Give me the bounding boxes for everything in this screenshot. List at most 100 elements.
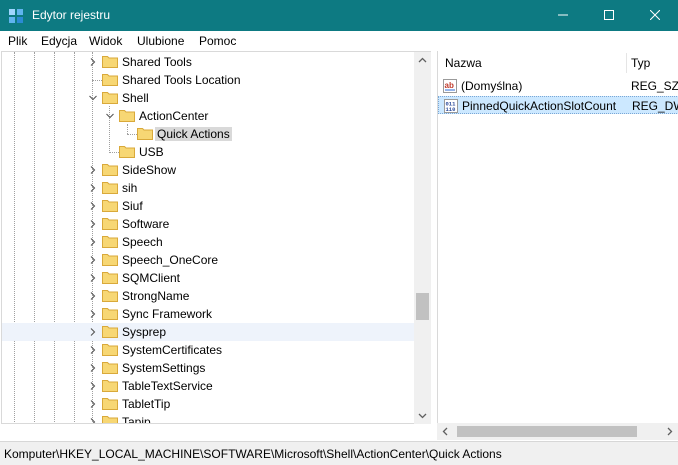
list-horizontal-scrollbar[interactable]	[437, 423, 678, 440]
tree-node[interactable]: Sync Framework	[2, 305, 415, 323]
chevron-down-icon[interactable]	[106, 112, 114, 120]
title-bar: Edytor rejestru	[0, 0, 678, 31]
folder-icon	[102, 236, 118, 248]
tree-node[interactable]: Speech	[2, 233, 415, 251]
chevron-right-icon[interactable]	[89, 220, 97, 228]
chevron-right-icon[interactable]	[89, 256, 97, 264]
registry-editor-icon	[9, 9, 23, 23]
scroll-right-button[interactable]	[661, 423, 678, 440]
close-button[interactable]	[632, 0, 678, 31]
menu-bar: Plik Edycja Widok Ulubione Pomoc	[0, 31, 678, 51]
chevron-right-icon[interactable]	[89, 346, 97, 354]
tree-node[interactable]: USB	[2, 143, 415, 161]
tree-node-label: Software	[122, 217, 170, 231]
menu-file[interactable]: Plik	[8, 34, 27, 48]
tree-node[interactable]: TableTextService	[2, 377, 415, 395]
tree-node[interactable]: TabletTip	[2, 395, 415, 413]
chevron-right-icon[interactable]	[89, 310, 97, 318]
tree-node-label: SystemCertificates	[122, 343, 223, 357]
chevron-right-icon[interactable]	[89, 166, 97, 174]
scroll-thumb[interactable]	[457, 426, 637, 437]
binary-value-icon: 011 110	[444, 99, 458, 113]
chevron-right-icon[interactable]	[89, 274, 97, 282]
folder-icon	[102, 254, 118, 266]
registry-values-list[interactable]: Nazwa Typ ab (Domyślna) REG_SZ 011 110 P…	[437, 51, 678, 424]
tree-vertical-scrollbar[interactable]	[414, 52, 431, 424]
minimize-button[interactable]	[540, 0, 586, 31]
scroll-left-button[interactable]	[437, 423, 454, 440]
menu-edit[interactable]: Edycja	[41, 34, 77, 48]
chevron-right-icon[interactable]	[89, 58, 97, 66]
close-icon	[649, 9, 661, 21]
tree-node-label: sih	[122, 181, 138, 195]
menu-favorites[interactable]: Ulubione	[137, 34, 184, 48]
chevron-down-icon	[418, 413, 427, 419]
tree-node[interactable]: Tapip	[2, 413, 415, 424]
folder-icon	[137, 128, 153, 140]
minimize-icon	[558, 14, 568, 16]
chevron-down-icon[interactable]	[89, 94, 97, 102]
folder-icon	[102, 416, 118, 424]
tree-node[interactable]: StrongName	[2, 287, 415, 305]
value-type: REG_DW	[632, 99, 678, 113]
tree-node[interactable]: Quick Actions	[2, 125, 415, 143]
tree-node[interactable]: ActionCenter	[2, 107, 415, 125]
tree-node-label: TabletTip	[122, 397, 171, 411]
folder-icon	[119, 110, 135, 122]
column-separator[interactable]	[626, 53, 627, 73]
folder-icon	[102, 380, 118, 392]
menu-view[interactable]: Widok	[89, 34, 122, 48]
tree-node-label: Quick Actions	[155, 127, 232, 141]
list-item[interactable]: 011 110 PinnedQuickActionSlotCount REG_D…	[438, 96, 678, 114]
folder-icon	[102, 344, 118, 356]
registry-key-tree[interactable]: Shared Tools Shared Tools Location Shell Ac…	[2, 52, 415, 424]
column-header-type[interactable]: Typ	[631, 51, 650, 75]
tree-node[interactable]: SQMClient	[2, 269, 415, 287]
chevron-right-icon[interactable]	[89, 328, 97, 336]
folder-icon	[102, 74, 118, 86]
column-header-name[interactable]: Nazwa	[445, 51, 482, 75]
string-value-icon: ab	[443, 79, 457, 93]
chevron-right-icon[interactable]	[89, 400, 97, 408]
tree-node-label: Sysprep	[122, 325, 167, 339]
tree-node[interactable]: Shared Tools Location	[2, 71, 415, 89]
tree-node-label: Shared Tools Location	[122, 73, 241, 87]
value-name: PinnedQuickActionSlotCount	[462, 99, 617, 113]
chevron-right-icon[interactable]	[89, 238, 97, 246]
tree-node[interactable]: Shell	[2, 89, 415, 107]
tree-guide	[92, 80, 102, 81]
folder-icon	[102, 398, 118, 410]
tree-node[interactable]: SystemSettings	[2, 359, 415, 377]
folder-icon	[102, 326, 118, 338]
maximize-button[interactable]	[586, 0, 632, 31]
tree-node[interactable]: sih	[2, 179, 415, 197]
chevron-right-icon[interactable]	[89, 202, 97, 210]
chevron-right-icon[interactable]	[89, 418, 97, 424]
tree-node[interactable]: Shared Tools	[2, 53, 415, 71]
tree-node[interactable]: Speech_OneCore	[2, 251, 415, 269]
chevron-right-icon	[667, 427, 673, 436]
chevron-right-icon[interactable]	[89, 382, 97, 390]
tree-node-label: Tapip	[122, 415, 151, 424]
tree-node[interactable]: Sysprep	[2, 323, 415, 341]
chevron-right-icon[interactable]	[89, 292, 97, 300]
tree-node-label: Sync Framework	[122, 307, 213, 321]
tree-node[interactable]: Siuf	[2, 197, 415, 215]
registry-path: Komputer\HKEY_LOCAL_MACHINE\SOFTWARE\Mic…	[4, 447, 502, 461]
scroll-up-button[interactable]	[414, 52, 431, 69]
tree-node[interactable]: Software	[2, 215, 415, 233]
scroll-down-button[interactable]	[414, 407, 431, 424]
tree-node-label: SystemSettings	[122, 361, 206, 375]
chevron-right-icon[interactable]	[89, 364, 97, 372]
folder-icon	[102, 362, 118, 374]
list-item[interactable]: ab (Domyślna) REG_SZ	[438, 77, 678, 95]
folder-icon	[102, 308, 118, 320]
scroll-thumb[interactable]	[416, 293, 429, 320]
tree-node-label: Shared Tools	[122, 55, 192, 69]
tree-node[interactable]: SideShow	[2, 161, 415, 179]
tree-node[interactable]: SystemCertificates	[2, 341, 415, 359]
tree-node-label: USB	[139, 145, 164, 159]
tree-node-label: Siuf	[122, 199, 143, 213]
menu-help[interactable]: Pomoc	[199, 34, 236, 48]
chevron-right-icon[interactable]	[89, 184, 97, 192]
